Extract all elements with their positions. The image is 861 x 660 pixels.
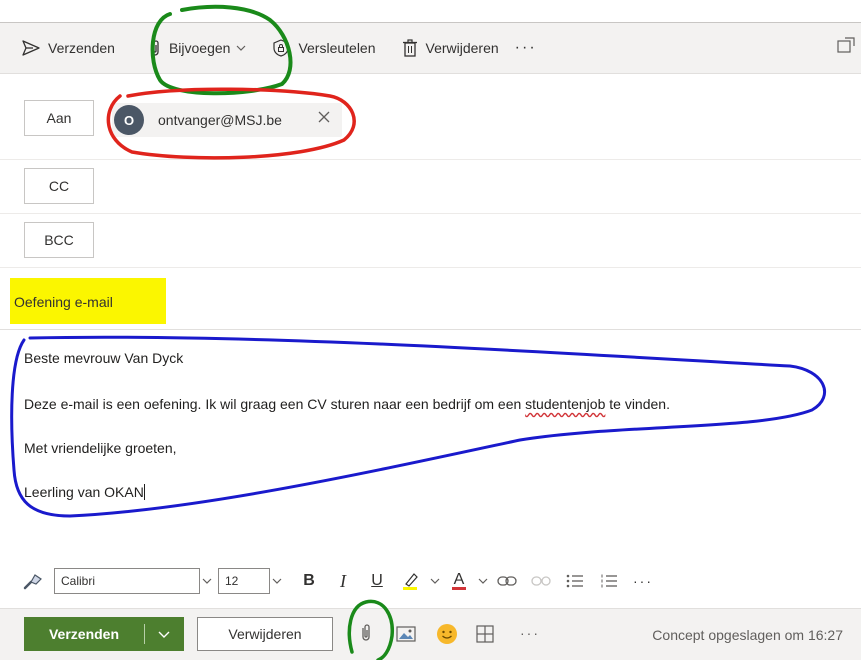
close-icon[interactable] [318, 111, 330, 123]
chevron-down-icon [158, 631, 170, 638]
link-icon [497, 576, 517, 586]
format-toolbar: Calibri 12 B I U A ··· [0, 560, 861, 602]
popout-icon[interactable] [837, 37, 855, 53]
send-button[interactable]: Verzenden [24, 617, 184, 651]
cc-row: CC [0, 160, 861, 214]
underline-button[interactable]: U [360, 566, 394, 596]
discard-button[interactable]: Verwijderen [197, 617, 333, 651]
draft-saved-status: Concept opgeslagen om 16:27 [652, 627, 843, 643]
toolbar-encrypt-label: Versleutelen [298, 40, 376, 56]
action-bar: Verzenden Verwijderen ··· Concept opgesl… [0, 608, 861, 660]
body-text-part: Deze e-mail is een oefening. Ik wil graa… [24, 396, 526, 412]
to-row: Aan O ontvanger@MSJ.be [0, 78, 861, 160]
font-color-swatch [452, 586, 466, 590]
toolbar-encrypt-button[interactable]: Versleutelen [262, 28, 385, 68]
paperclip-icon[interactable] [360, 623, 372, 643]
chevron-down-icon[interactable] [428, 578, 442, 584]
apps-grid-icon[interactable] [476, 625, 494, 643]
compose-toolbar: Verzenden Bijvoegen Versleutelen Verwijd… [0, 22, 861, 74]
signature-text: Leerling van OKAN [24, 484, 144, 500]
chevron-down-icon[interactable] [270, 578, 284, 584]
italic-button[interactable]: I [326, 566, 360, 596]
font-color-button[interactable]: A [442, 566, 476, 596]
emoji-icon[interactable] [436, 623, 458, 645]
body-text-part: te vinden. [605, 396, 670, 412]
action-more-button[interactable]: ··· [520, 625, 540, 641]
paperclip-icon [151, 40, 159, 56]
shield-lock-icon [273, 39, 290, 57]
toolbar-send-button[interactable]: Verzenden [12, 28, 125, 68]
bullet-list-icon [566, 574, 583, 588]
to-button[interactable]: Aan [24, 100, 94, 136]
chevron-down-icon[interactable] [476, 578, 490, 584]
link-button[interactable] [490, 566, 524, 596]
bcc-row: BCC [0, 214, 861, 268]
toolbar-send-label: Verzenden [48, 40, 115, 56]
mail-compose-window: Verzenden Bijvoegen Versleutelen Verwijd… [0, 0, 861, 660]
body-greeting: Beste mevrouw Van Dyck [24, 350, 184, 366]
send-options-dropdown[interactable] [145, 631, 183, 638]
misspelled-word: studentenjob [525, 396, 606, 412]
recipient-chip[interactable]: O ontvanger@MSJ.be [112, 103, 342, 137]
highlighter-icon [403, 573, 418, 590]
body-closing: Met vriendelijke groeten, [24, 440, 177, 456]
numbered-list-icon [601, 574, 617, 588]
toolbar-delete-button[interactable]: Verwijderen [392, 28, 509, 68]
body-signature: Leerling van OKAN [24, 484, 145, 500]
send-icon [22, 40, 40, 56]
bullet-list-button[interactable] [558, 566, 592, 596]
recipient-email: ontvanger@MSJ.be [158, 112, 282, 128]
font-size-select[interactable]: 12 [218, 568, 270, 594]
send-button-label: Verzenden [48, 626, 120, 642]
unlink-icon [531, 576, 551, 586]
trash-icon [402, 39, 417, 57]
toolbar-delete-label: Verwijderen [425, 40, 499, 56]
bold-button[interactable]: B [292, 566, 326, 596]
chevron-down-icon [237, 45, 246, 51]
format-painter-icon[interactable] [22, 571, 44, 591]
toolbar-attach-label: Bijvoegen [168, 40, 231, 56]
subject-text: Oefening e-mail [14, 294, 113, 310]
format-more-button[interactable]: ··· [626, 566, 660, 596]
body-paragraph: Deze e-mail is een oefening. Ik wil graa… [24, 396, 670, 412]
image-icon[interactable] [396, 626, 416, 642]
subject-field[interactable]: Oefening e-mail [0, 268, 861, 330]
avatar: O [114, 105, 144, 135]
cc-button[interactable]: CC [24, 168, 94, 204]
unlink-button[interactable] [524, 566, 558, 596]
font-color-letter: A [453, 570, 465, 588]
toolbar-attach-button[interactable]: Bijvoegen [139, 28, 257, 68]
highlight-button[interactable] [394, 566, 428, 596]
numbered-list-button[interactable] [592, 566, 626, 596]
chevron-down-icon[interactable] [200, 578, 214, 584]
bcc-button[interactable]: BCC [24, 222, 94, 258]
toolbar-more-button[interactable]: ··· [515, 39, 537, 57]
text-cursor [143, 484, 145, 500]
font-name-select[interactable]: Calibri [54, 568, 200, 594]
message-body[interactable]: Beste mevrouw Van Dyck Deze e-mail is ee… [0, 338, 861, 550]
